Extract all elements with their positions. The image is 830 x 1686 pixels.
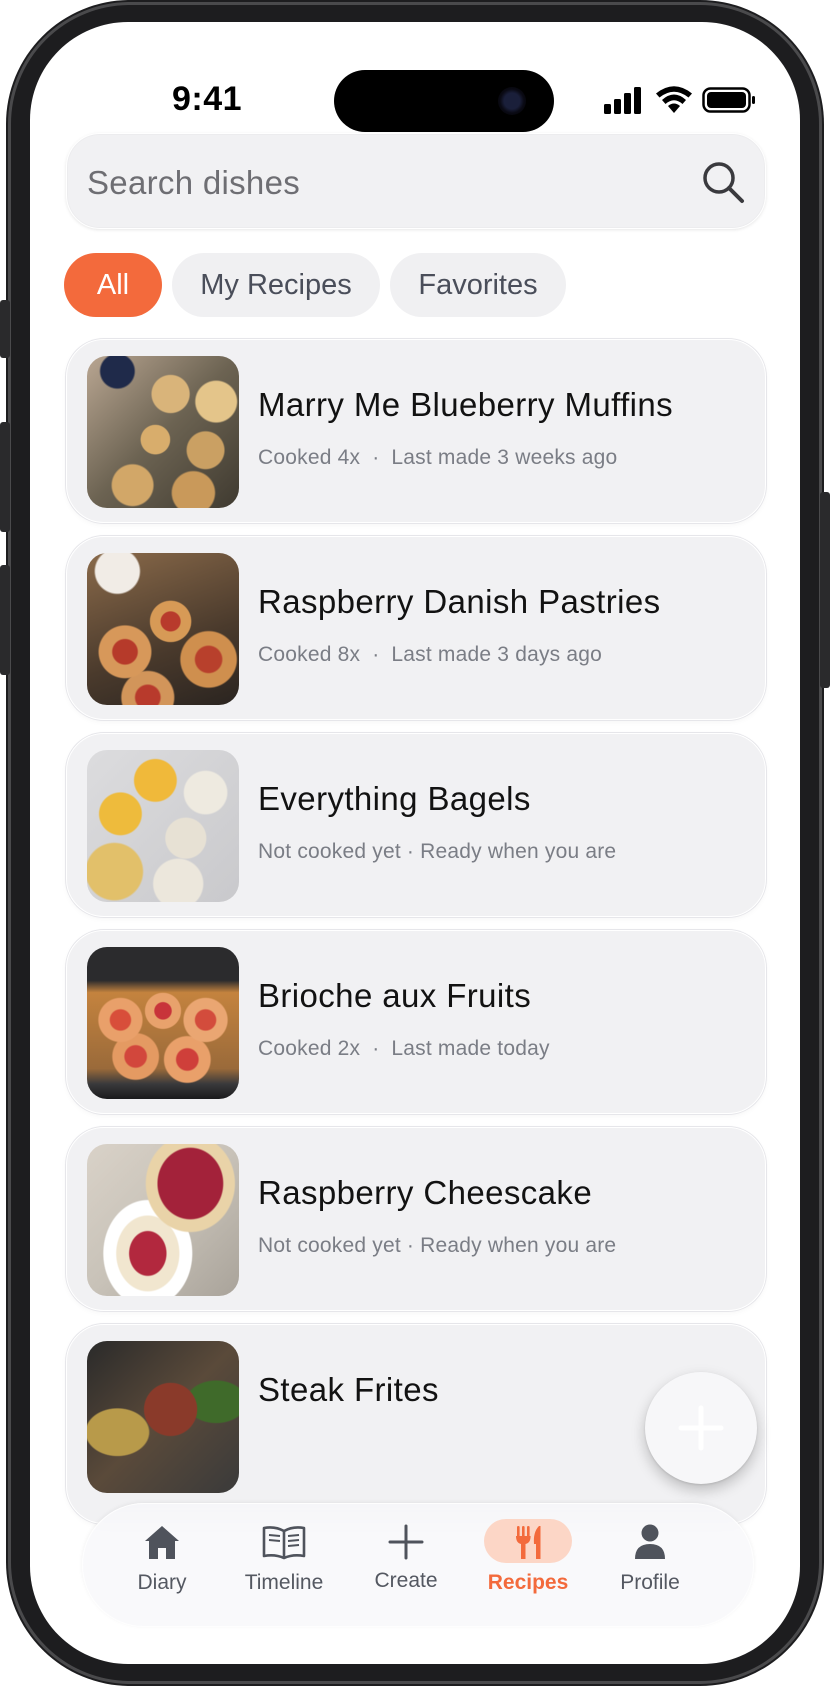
volume-up-button — [0, 422, 10, 532]
cellular-signal-icon — [604, 86, 644, 114]
recipe-title: Raspberry Danish Pastries — [258, 583, 661, 620]
tab-create[interactable]: Create — [346, 1523, 466, 1613]
recipe-meta: Not cooked yet · Ready when you are — [258, 1234, 617, 1257]
tab-recipes[interactable]: Recipes — [468, 1519, 588, 1613]
filter-chip-favorites[interactable]: Favorites — [390, 253, 566, 317]
recipe-thumbnail-raspberry-cheesecake — [87, 1144, 239, 1296]
plus-icon — [678, 1405, 724, 1451]
recipe-meta: Cooked 2x · Last made today — [258, 1037, 550, 1060]
last-made: Last made today — [391, 1037, 550, 1060]
add-recipe-button[interactable] — [645, 1372, 757, 1484]
search-icon[interactable] — [699, 158, 747, 206]
tab-timeline[interactable]: Timeline — [224, 1523, 344, 1613]
last-made: Last made 3 weeks ago — [391, 446, 618, 469]
tab-label: Timeline — [244, 1571, 324, 1594]
filter-chip-all[interactable]: All — [64, 253, 162, 317]
tab-bar: Diary Timeline Create Recipes Profile — [82, 1503, 754, 1627]
search-input[interactable]: Search dishes — [87, 164, 300, 202]
cooked-count: Cooked 8x — [258, 643, 361, 666]
recipe-title: Raspberry Cheescake — [258, 1174, 593, 1211]
status-time: 9:41 — [171, 80, 243, 118]
cooked-count: Not cooked yet — [258, 1234, 401, 1257]
tab-label: Create — [374, 1569, 438, 1592]
last-made: Ready when you are — [420, 840, 617, 863]
plus-icon — [388, 1524, 424, 1560]
recipe-title: Brioche aux Fruits — [258, 977, 532, 1014]
recipe-thumbnail-blueberry-muffins — [87, 356, 239, 508]
tab-label: Recipes — [487, 1571, 569, 1594]
recipe-title: Marry Me Blueberry Muffins — [258, 386, 674, 423]
home-icon — [145, 1526, 179, 1559]
recipe-card[interactable]: Marry Me Blueberry Muffins Cooked 4x · Las… — [66, 339, 766, 523]
cooked-count: Cooked 2x — [258, 1037, 361, 1060]
dynamic-island — [334, 70, 554, 132]
recipe-card[interactable]: Raspberry Danish Pastries Cooked 8x · Last… — [66, 536, 766, 720]
recipe-thumbnail-steak-frites — [87, 1341, 239, 1493]
battery-icon — [702, 87, 755, 113]
recipe-card[interactable]: Raspberry Cheescake Not cooked yet · Ready… — [66, 1127, 766, 1311]
recipe-title: Steak Frites — [258, 1371, 439, 1408]
filter-chip-my-recipes[interactable]: My Recipes — [172, 253, 380, 317]
fork-knife-icon — [516, 1526, 541, 1559]
recipe-meta: Cooked 4x · Last made 3 weeks ago — [258, 446, 618, 469]
tab-label: Diary — [137, 1571, 187, 1594]
person-icon — [635, 1524, 665, 1559]
power-button — [820, 492, 830, 688]
last-made: Last made 3 days ago — [391, 643, 603, 666]
recipe-meta: Cooked 8x · Last made 3 days ago — [258, 643, 603, 666]
tab-profile[interactable]: Profile — [590, 1523, 710, 1613]
recipe-card[interactable]: Everything Bagels Not cooked yet · Ready w… — [66, 733, 766, 917]
tab-diary[interactable]: Diary — [102, 1523, 222, 1613]
front-camera-icon — [498, 87, 526, 115]
recipe-meta: Not cooked yet · Ready when you are — [258, 840, 617, 863]
search-bar[interactable]: Search dishes — [66, 133, 766, 229]
action-button — [0, 300, 10, 358]
app-screen: 9:41 Search dishes All My Recipes Favori… — [30, 22, 800, 1664]
recipe-thumbnail-bagels — [87, 750, 239, 902]
book-icon — [262, 1526, 306, 1560]
recipe-card[interactable]: Brioche aux Fruits Cooked 2x · Last made t… — [66, 930, 766, 1114]
wifi-icon — [656, 86, 692, 113]
cooked-count: Cooked 4x — [258, 446, 361, 469]
tab-label: Profile — [620, 1571, 680, 1594]
volume-down-button — [0, 565, 10, 675]
recipe-thumbnail-brioche-fruits — [87, 947, 239, 1099]
recipe-thumbnail-raspberry-danish — [87, 553, 239, 705]
recipe-title: Everything Bagels — [258, 780, 531, 817]
last-made: Ready when you are — [420, 1234, 617, 1257]
cooked-count: Not cooked yet — [258, 840, 401, 863]
